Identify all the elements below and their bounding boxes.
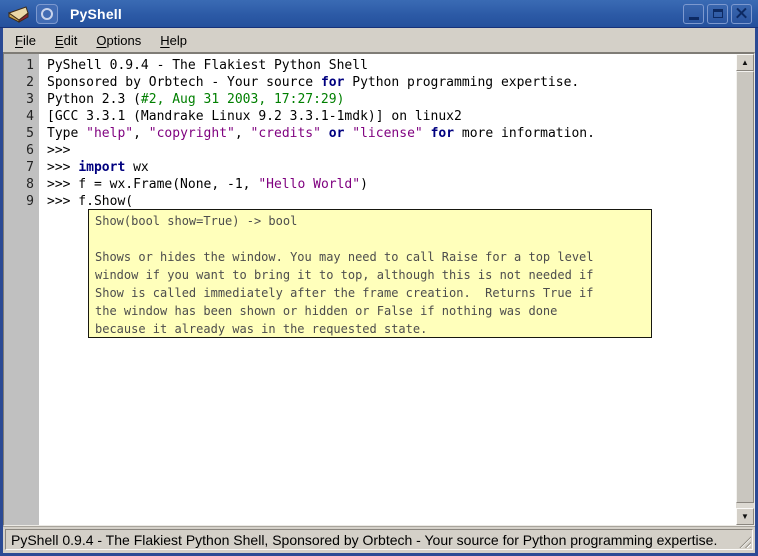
scrollbar-thumb[interactable]: [736, 71, 754, 503]
scroll-up-button[interactable]: ▲: [736, 54, 754, 71]
menu-item-options[interactable]: Options: [88, 31, 149, 50]
menu-item-edit[interactable]: Edit: [47, 31, 85, 50]
scroll-up-icon: ▲: [741, 59, 749, 67]
close-button[interactable]: [731, 4, 752, 24]
calltip-line: because it already was in the requested …: [95, 320, 645, 338]
shell-line: 3Python 2.3 (#2, Aug 31 2003, 17:27:29): [4, 91, 736, 108]
maximize-button[interactable]: [707, 4, 728, 24]
calltip-line: the window has been shown or hidden or F…: [95, 302, 645, 320]
shell-line-text: Python 2.3 (#2, Aug 31 2003, 17:27:29): [39, 91, 344, 108]
scroll-down-button[interactable]: ▼: [736, 508, 754, 525]
shell-line-text: [GCC 3.3.1 (Mandrake Linux 9.2 3.3.1-1md…: [39, 108, 462, 125]
window-menu-button[interactable]: [36, 4, 58, 24]
line-number: 8: [4, 176, 39, 193]
calltip-popup: Show(bool show=True) -> bool Shows or hid…: [88, 209, 652, 338]
calltip-text: Show(bool show=True) -> bool Shows or hid…: [95, 212, 645, 338]
maximize-icon: [713, 9, 723, 18]
status-bar: PyShell 0.9.4 - The Flakiest Python Shel…: [3, 526, 755, 553]
line-number: 7: [4, 159, 39, 176]
calltip-line: window if you want to bring it to top, a…: [95, 266, 645, 284]
window-title: PyShell: [70, 6, 680, 22]
minimize-icon: [689, 17, 699, 20]
status-text: PyShell 0.9.4 - The Flakiest Python Shel…: [11, 532, 717, 548]
shell-line-text: Sponsored by Orbtech - Your source for P…: [39, 74, 579, 91]
pie-slice-icon: [8, 5, 30, 23]
line-number: 9: [4, 193, 39, 210]
shell-line-text: >>>: [39, 142, 78, 159]
line-number: 6: [4, 142, 39, 159]
pyshell-window: PyShell FileEditOptionsHelp 1PyShell 0.9…: [0, 0, 758, 556]
scroll-down-icon: ▼: [741, 513, 749, 521]
shell-line: 7>>> import wx: [4, 159, 736, 176]
calltip-line: Show(bool show=True) -> bool: [95, 212, 645, 230]
line-number: 1: [4, 57, 39, 74]
shell-line-text: >>> import wx: [39, 159, 149, 176]
shell-line-text: >>> f.Show(: [39, 193, 133, 210]
line-number: 4: [4, 108, 39, 125]
shell-line-text: Type "help", "copyright", "credits" or "…: [39, 125, 595, 142]
shell-line: 9>>> f.Show(: [4, 193, 736, 210]
circle-icon: [41, 8, 53, 20]
minimize-button[interactable]: [683, 4, 704, 24]
shell-client-area: 1PyShell 0.9.4 - The Flakiest Python She…: [3, 52, 755, 526]
shell-line: 2Sponsored by Orbtech - Your source for …: [4, 74, 736, 91]
menu-item-file[interactable]: File: [7, 31, 44, 50]
line-number: 5: [4, 125, 39, 142]
vertical-scrollbar[interactable]: ▲ ▼: [736, 54, 754, 525]
shell-line-text: PyShell 0.9.4 - The Flakiest Python Shel…: [39, 57, 368, 74]
close-icon: [736, 8, 747, 19]
menu-item-help[interactable]: Help: [152, 31, 195, 50]
menu-bar: FileEditOptionsHelp: [3, 28, 755, 52]
line-number: 3: [4, 91, 39, 108]
shell-line: 5Type "help", "copyright", "credits" or …: [4, 125, 736, 142]
shell-line: 4[GCC 3.3.1 (Mandrake Linux 9.2 3.3.1-1m…: [4, 108, 736, 125]
resize-grip-icon[interactable]: [738, 535, 751, 548]
shell-line: 6>>>: [4, 142, 736, 159]
shell-line: 1PyShell 0.9.4 - The Flakiest Python She…: [4, 57, 736, 74]
calltip-line: [95, 230, 645, 248]
title-bar: PyShell: [0, 0, 758, 28]
shell-line-text: >>> f = wx.Frame(None, -1, "Hello World"…: [39, 176, 368, 193]
shell-line: 8>>> f = wx.Frame(None, -1, "Hello World…: [4, 176, 736, 193]
calltip-line: Shows or hides the window. You may need …: [95, 248, 645, 266]
status-field: PyShell 0.9.4 - The Flakiest Python Shel…: [5, 529, 753, 550]
calltip-line: Show is called immediately after the fra…: [95, 284, 645, 302]
line-number: 2: [4, 74, 39, 91]
